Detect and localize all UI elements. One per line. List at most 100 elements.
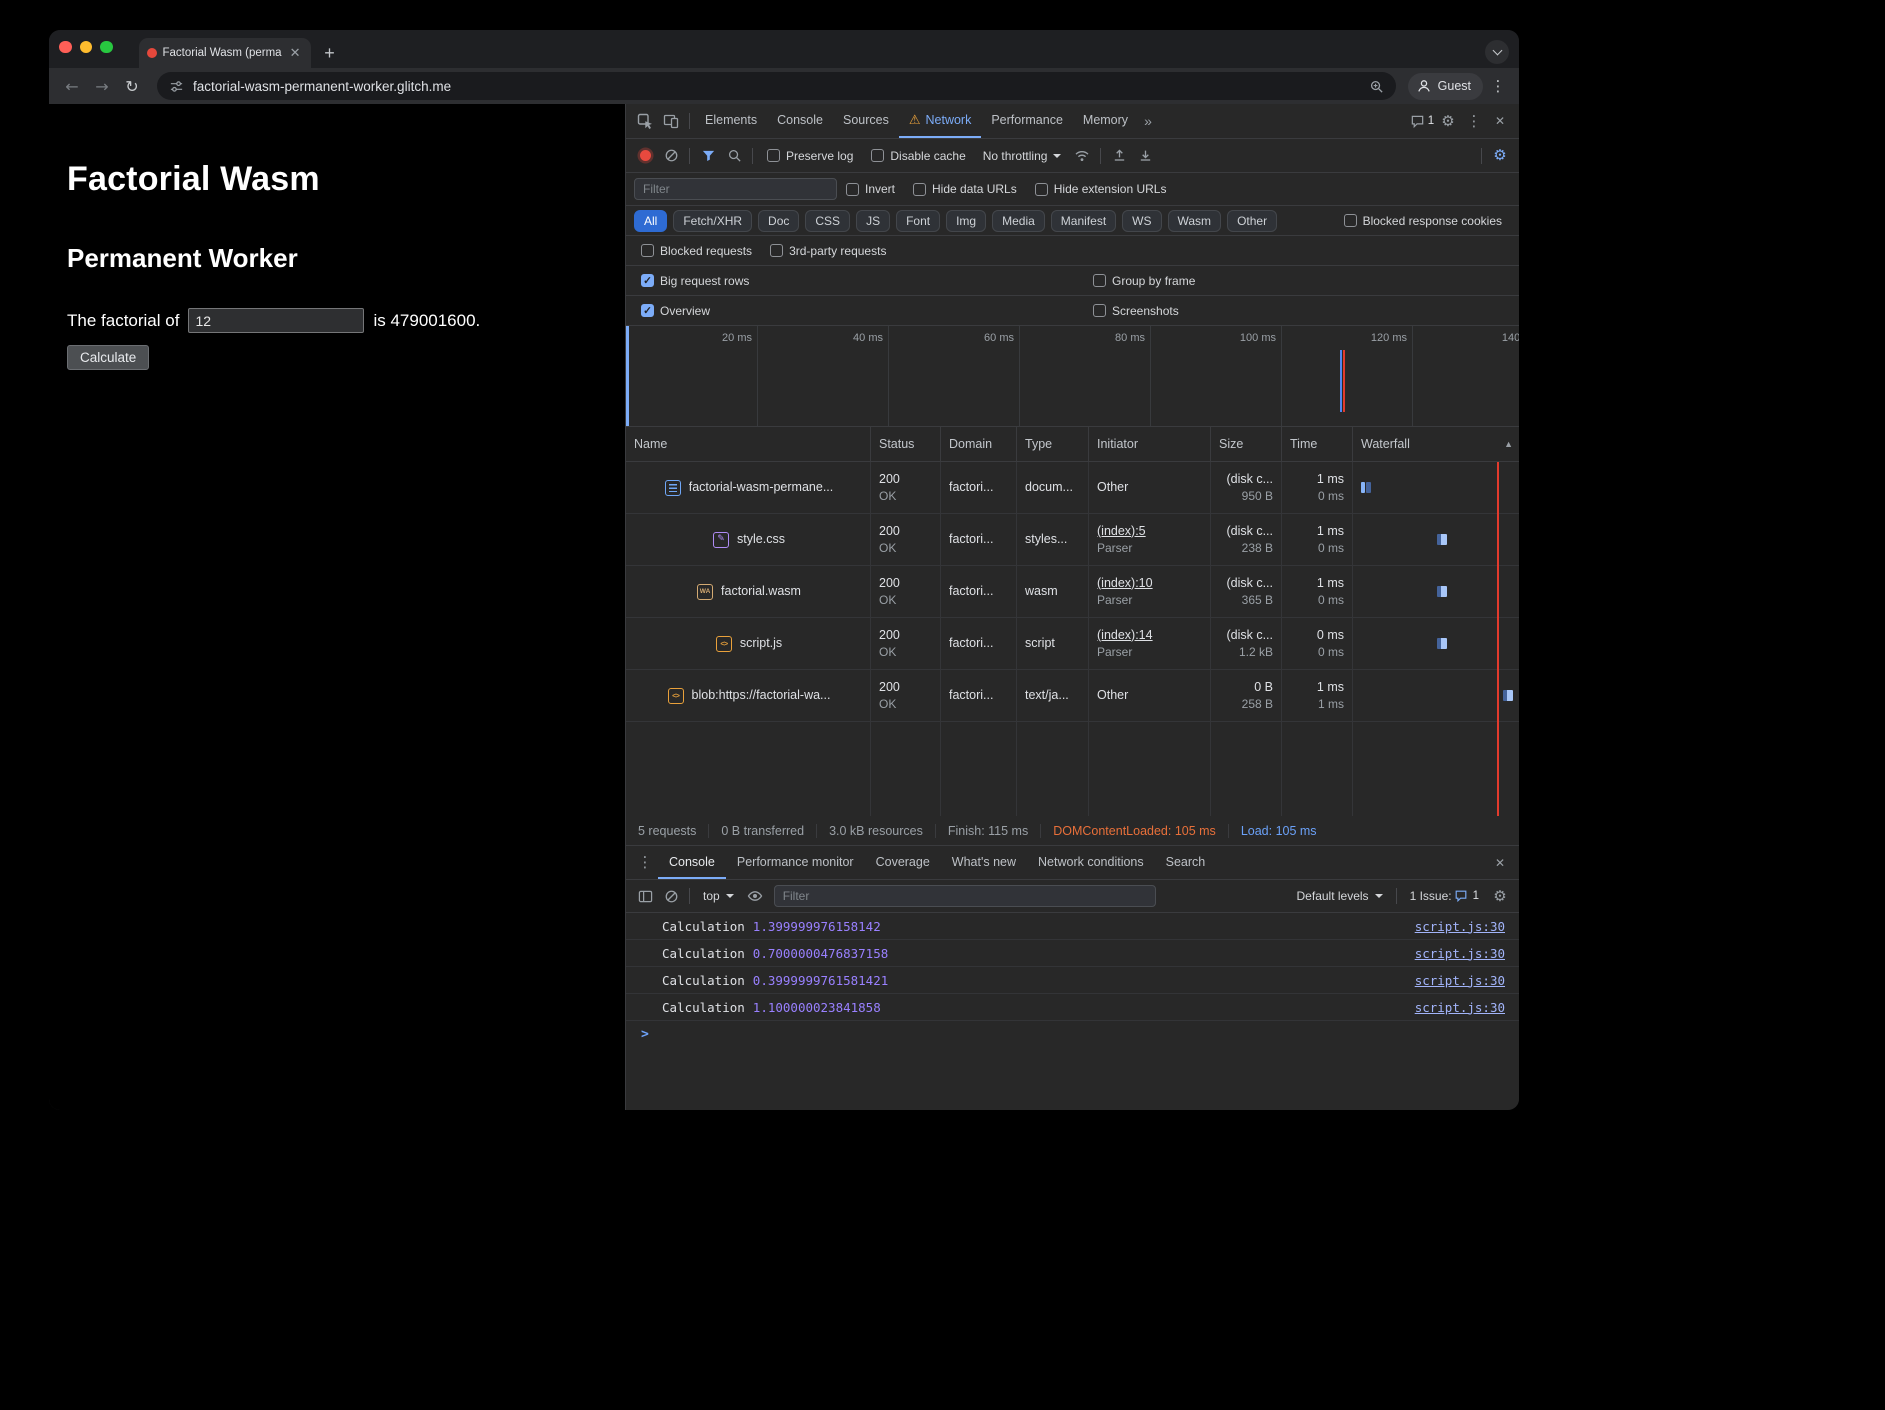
filter-chip-ws[interactable]: WS [1122,210,1161,232]
screenshots-checkbox[interactable] [1093,304,1106,317]
disable-cache-option[interactable]: Disable cache [871,149,965,163]
devtools-menu-icon[interactable]: ⋮ [1461,109,1487,133]
tab-sources[interactable]: Sources [833,104,899,138]
column-header-size[interactable]: Size [1211,427,1282,461]
console-sidebar-icon[interactable] [632,884,658,908]
new-tab-button[interactable]: + [317,40,343,66]
clear-console-icon[interactable] [658,884,684,908]
macos-close-button[interactable] [59,41,72,54]
drawer-tab-search[interactable]: Search [1155,846,1217,879]
profile-chip[interactable]: Guest [1408,73,1483,100]
network-settings-icon[interactable]: ⚙ [1487,144,1513,168]
back-button[interactable]: ← [59,73,85,99]
tab-console[interactable]: Console [767,104,833,138]
record-network-log-button[interactable] [632,144,658,168]
source-link[interactable]: script.js:30 [1415,946,1505,961]
hide-extension-urls-option[interactable]: Hide extension URLs [1035,182,1167,196]
invert-checkbox[interactable] [846,183,859,196]
network-filter-input[interactable] [634,178,837,200]
issues-summary[interactable]: 1 Issue: 1 [1410,884,1479,908]
tab-performance[interactable]: Performance [981,104,1073,138]
request-row[interactable]: blob:https://factorial-wa... 200OK facto… [626,670,1519,722]
devtools-settings-icon[interactable]: ⚙ [1435,109,1461,133]
tab-memory[interactable]: Memory [1073,104,1138,138]
zoom-indicator-icon[interactable] [1369,79,1384,94]
macos-minimize-button[interactable] [80,41,93,54]
filter-chip-wasm[interactable]: Wasm [1168,210,1222,232]
calculate-button[interactable]: Calculate [67,345,149,370]
filter-chip-fetch-xhr[interactable]: Fetch/XHR [673,210,752,232]
filter-chip-doc[interactable]: Doc [758,210,799,232]
console-filter-input[interactable] [774,885,1156,907]
column-header-status[interactable]: Status [871,427,941,461]
hide-data-urls-checkbox[interactable] [913,183,926,196]
network-conditions-icon[interactable] [1069,144,1095,168]
filter-chip-media[interactable]: Media [992,210,1045,232]
big-request-rows-option[interactable]: Big request rows [641,274,749,288]
macos-zoom-button[interactable] [100,41,113,54]
third-party-requests-checkbox[interactable] [770,244,783,257]
big-request-rows-checkbox[interactable] [641,274,654,287]
initiator-link[interactable]: (index):10 [1097,575,1202,592]
initiator-link[interactable]: (index):14 [1097,627,1202,644]
blocked-response-cookies-checkbox[interactable] [1344,214,1357,227]
device-toolbar-icon[interactable] [658,109,684,133]
request-row[interactable]: script.js 200OK factori... script (index… [626,618,1519,670]
group-by-frame-option[interactable]: Group by frame [1093,274,1195,288]
preserve-log-checkbox[interactable] [767,149,780,162]
drawer-tab-coverage[interactable]: Coverage [865,846,941,879]
drawer-tab-network-conditions[interactable]: Network conditions [1027,846,1155,879]
preserve-log-option[interactable]: Preserve log [767,149,853,163]
column-header-name[interactable]: Name [626,427,871,461]
browser-menu-button[interactable]: ⋮ [1487,77,1509,95]
eye-icon[interactable] [742,884,768,908]
url-text[interactable]: factorial-wasm-permanent-worker.glitch.m… [193,79,1360,94]
log-levels-dropdown[interactable]: Default levels [1297,889,1383,903]
blocked-requests-option[interactable]: Blocked requests [641,244,752,258]
initiator-link[interactable]: (index):5 [1097,523,1202,540]
source-link[interactable]: script.js:30 [1415,1000,1505,1015]
site-settings-icon[interactable] [169,79,184,94]
group-by-frame-checkbox[interactable] [1093,274,1106,287]
more-tabs-button[interactable]: » [1138,113,1158,129]
overview-option[interactable]: Overview [641,304,710,318]
third-party-requests-option[interactable]: 3rd-party requests [770,244,886,258]
issues-counter[interactable]: 1 [1409,109,1435,133]
tab-elements[interactable]: Elements [695,104,767,138]
drawer-tab-console[interactable]: Console [658,846,726,879]
source-link[interactable]: script.js:30 [1415,973,1505,988]
filter-chip-manifest[interactable]: Manifest [1051,210,1116,232]
devtools-close-icon[interactable]: ✕ [1487,109,1513,133]
inspect-element-icon[interactable] [632,109,658,133]
screenshots-option[interactable]: Screenshots [1093,304,1179,318]
filter-chip-img[interactable]: Img [946,210,986,232]
invert-option[interactable]: Invert [846,182,895,196]
drawer-tab-whats-new[interactable]: What's new [941,846,1027,879]
reload-button[interactable]: ↻ [119,73,145,99]
drawer-close-icon[interactable]: ✕ [1487,851,1513,875]
search-icon[interactable] [721,144,747,168]
column-header-time[interactable]: Time [1282,427,1353,461]
hide-extension-urls-checkbox[interactable] [1035,183,1048,196]
column-header-initiator[interactable]: Initiator [1089,427,1211,461]
overview-left-handle[interactable] [626,326,629,426]
clear-network-log-icon[interactable] [658,144,684,168]
filter-chip-other[interactable]: Other [1227,210,1277,232]
filter-chip-js[interactable]: JS [856,210,890,232]
browser-tab[interactable]: Factorial Wasm (permanent W ✕ [139,38,311,68]
factorial-input[interactable] [188,308,364,333]
filter-chip-all[interactable]: All [634,210,667,232]
throttling-dropdown[interactable]: No throttling [983,149,1062,163]
filter-icon[interactable] [695,144,721,168]
drawer-menu-icon[interactable]: ⋮ [632,851,658,875]
console-prompt[interactable]: > [626,1021,1519,1047]
address-bar[interactable]: factorial-wasm-permanent-worker.glitch.m… [157,72,1396,100]
disable-cache-checkbox[interactable] [871,149,884,162]
export-har-icon[interactable] [1106,144,1132,168]
column-header-type[interactable]: Type [1017,427,1089,461]
forward-button[interactable]: → [89,73,115,99]
blocked-requests-checkbox[interactable] [641,244,654,257]
import-har-icon[interactable] [1132,144,1158,168]
hide-data-urls-option[interactable]: Hide data URLs [913,182,1017,196]
blocked-response-cookies-option[interactable]: Blocked response cookies [1344,214,1502,228]
